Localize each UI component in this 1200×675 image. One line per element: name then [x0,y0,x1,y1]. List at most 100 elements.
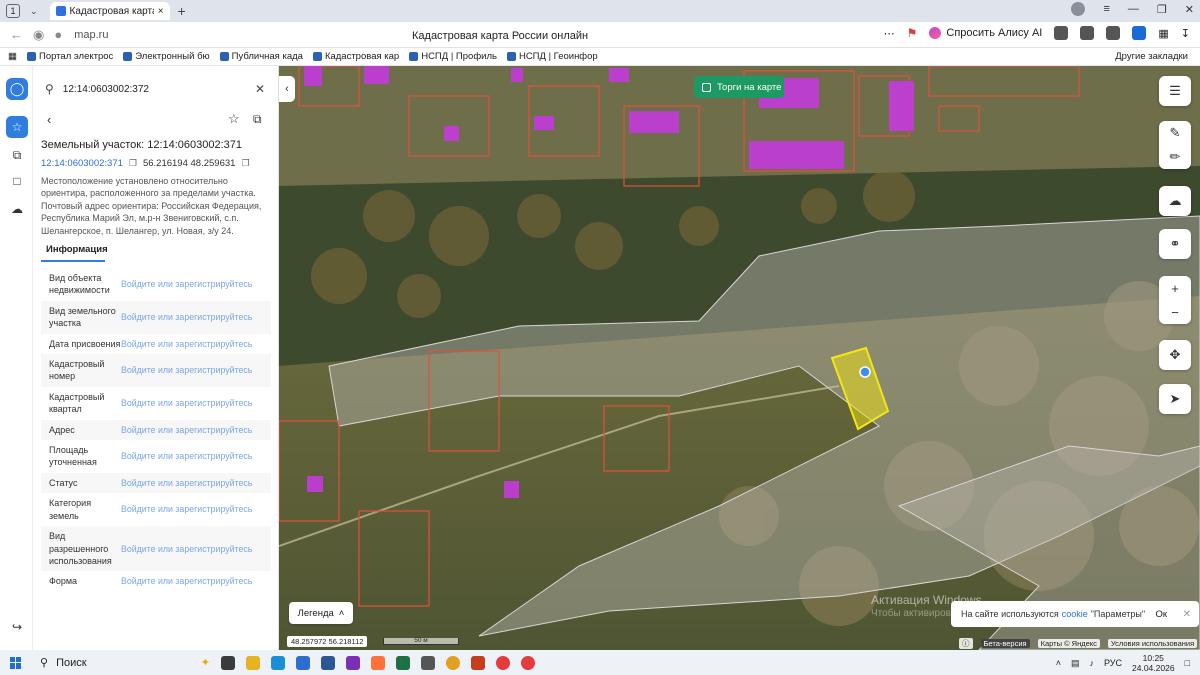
login-link[interactable]: Войдите или зарегистрируйтесь [121,424,271,436]
network-icon[interactable]: ▤ [1071,658,1080,669]
upload-icon[interactable]: ☁ [1159,186,1191,216]
extension-icon[interactable] [1106,26,1121,40]
extension-icon[interactable] [1080,26,1095,40]
notifications-icon[interactable]: □ [1185,658,1190,668]
close-window-button[interactable]: ✕ [1185,3,1194,16]
beta-badge[interactable]: Бета-версия [980,639,1030,648]
outlook-icon[interactable] [296,655,310,670]
share-icon[interactable]: ⧉ [253,112,262,127]
copy-icon[interactable]: ❐ [241,158,249,169]
chevron-down-icon[interactable]: ⌄ [30,6,38,17]
torgi-toggle[interactable]: Торги на карте [694,76,784,98]
security-icon[interactable]: ● [54,27,62,42]
volume-icon[interactable]: ♪ [1089,658,1094,668]
back-icon[interactable]: ‹ [47,112,51,127]
yandex-browser-icon[interactable] [521,655,535,670]
bookmark-icon[interactable]: ⚑ [907,26,918,40]
bookmark-item[interactable]: Публичная када [219,51,303,62]
bookmark-item[interactable]: Портал электрос [26,51,113,62]
logo-icon[interactable]: ◯ [6,78,28,100]
browser-tab[interactable]: Кадастровая карта Ро × [49,2,170,20]
bookmark-item[interactable]: Кадастровая кар [312,51,399,62]
search-bar[interactable]: ⚲ 12:14:0603002:372 ✕ [33,76,278,102]
yandex-icon[interactable] [496,655,510,670]
extensions-icon[interactable]: ◉ [33,27,44,43]
download-icon[interactable]: ↧ [1181,27,1190,40]
pan-icon[interactable]: ✥ [1159,340,1191,370]
login-link[interactable]: Войдите или зарегистрируйтесь [121,364,271,376]
bookmark-label: Публичная када [231,51,303,62]
legend-button[interactable]: Легенда ˄ [289,602,353,624]
chrome-icon[interactable] [446,655,460,670]
login-link[interactable]: Войдите или зарегистрируйтесь [121,543,271,555]
language-indicator[interactable]: РУС [1104,658,1122,668]
cadastral-number-link[interactable]: 12:14:0603002:371 [41,158,123,169]
task-view-icon[interactable] [221,655,235,670]
app-icon[interactable] [421,655,435,670]
extension-icon[interactable] [1132,26,1147,40]
search-input[interactable]: 12:14:0603002:372 [63,84,255,95]
info-icon[interactable]: ⓘ [959,638,973,649]
locate-icon[interactable]: ➤ [1159,384,1191,414]
puzzle-icon[interactable]: ▦ [1158,27,1168,40]
excel-icon[interactable] [396,655,410,670]
chevron-up-icon[interactable]: ˄ [1056,658,1061,668]
file-explorer-icon[interactable] [246,655,260,670]
bookmark-item[interactable]: НСПД | Профиль [409,51,497,62]
clock[interactable]: 10:25 24.04.2026 [1132,653,1175,673]
favorites-star-icon[interactable]: ☆ [6,116,28,138]
collapse-panel-button[interactable]: ‹ [279,76,295,102]
firefox-icon[interactable] [371,655,385,670]
menu-icon[interactable]: ≡ [1103,3,1109,15]
more-icon[interactable]: ⋯ [884,27,895,40]
edit-icon[interactable]: ✏ [1159,145,1191,169]
onenote-icon[interactable] [346,655,360,670]
login-icon[interactable]: ↪ [8,618,26,636]
alisa-button[interactable]: Спросить Алису AI [929,27,1042,39]
url-field[interactable]: map.ru [74,29,108,41]
other-bookmarks[interactable]: Другие закладки [1115,51,1188,62]
bookmark-item[interactable]: НСПД | Геоинфор [506,51,598,62]
edge-icon[interactable] [271,655,285,670]
terms-link[interactable]: Условия использования [1107,639,1198,648]
restore-button[interactable]: ❐ [1157,3,1167,16]
info-row: Категория земель Войдите или зарегистриру… [41,493,271,526]
share-map-icon[interactable]: ⚭ [1159,229,1191,259]
windows-start-icon[interactable] [10,656,22,669]
profile-avatar[interactable] [1071,2,1086,16]
bookmark-item[interactable]: Электронный бю [123,51,210,62]
login-link[interactable]: Войдите или зарегистрируйтесь [121,397,271,409]
powerpoint-icon[interactable] [471,655,485,670]
tab-information[interactable]: Информация [41,244,108,262]
close-icon[interactable]: × [158,6,164,17]
word-icon[interactable] [321,655,335,670]
clear-search-icon[interactable]: ✕ [255,82,265,96]
satellite-map[interactable] [279,66,1200,650]
map-view[interactable]: ‹ Торги на карте ☰ ✎ ✏ ☁ ⚭ + − ✥ ➤ Леген… [279,66,1200,650]
cookie-link[interactable]: cookie [1062,609,1088,619]
close-icon[interactable]: ✕ [1183,609,1191,620]
layers-tool-icon[interactable]: ⧉ [8,146,26,164]
layers-icon[interactable]: ☰ [1159,76,1191,106]
copy-icon[interactable]: ❐ [129,158,137,169]
login-link[interactable]: Войдите или зарегистрируйтесь [121,338,271,350]
tab-counter[interactable]: 1 [6,4,20,18]
login-link[interactable]: Войдите или зарегистрируйтесь [121,503,271,515]
cookie-ok-button[interactable]: Ок [1155,609,1167,620]
login-link[interactable]: Войдите или зарегистрируйтесь [121,278,271,290]
ruler-icon[interactable]: ✎ [1159,121,1191,145]
extension-icon[interactable] [1054,26,1069,40]
zoom-in-button[interactable]: + [1159,276,1191,300]
login-link[interactable]: Войдите или зарегистрируйтесь [121,477,271,489]
taskbar-search[interactable]: ⚲ Поиск ✦ [40,656,210,670]
cloud-icon[interactable]: ☁ [8,200,26,218]
login-link[interactable]: Войдите или зарегистрируйтесь [121,311,271,323]
new-tab-button[interactable]: + [178,3,186,19]
back-arrow-icon[interactable]: ← [10,27,23,42]
minimize-button[interactable]: — [1128,3,1139,15]
login-link[interactable]: Войдите или зарегистрируйтесь [121,575,271,587]
favorite-star-icon[interactable]: ☆ [228,111,240,127]
select-area-icon[interactable]: □ [8,172,26,190]
login-link[interactable]: Войдите или зарегистрируйтесь [121,450,271,462]
zoom-out-button[interactable]: − [1159,300,1191,324]
